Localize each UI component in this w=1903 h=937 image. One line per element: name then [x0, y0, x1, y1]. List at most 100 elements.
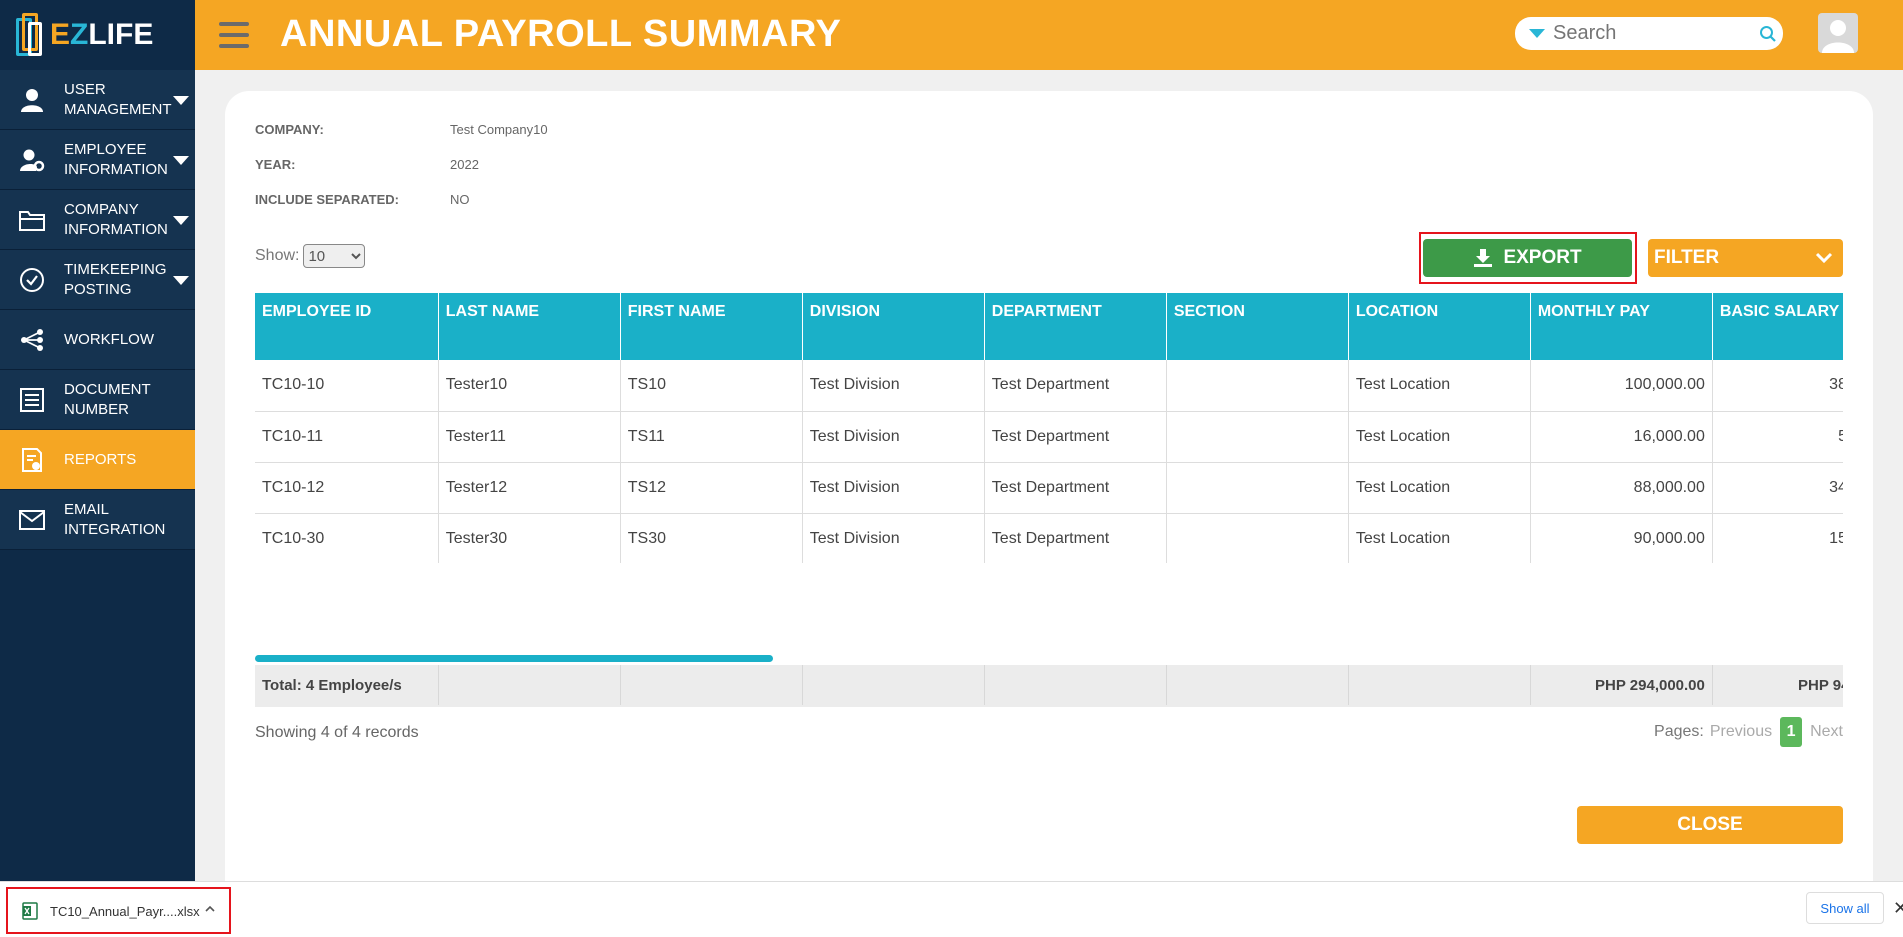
sidebar-item-label: USER MANAGEMENT — [64, 80, 172, 118]
previous-page-link[interactable]: Previous — [1710, 723, 1772, 741]
table-cell: Test Department — [984, 360, 1167, 412]
table-cell: Test Division — [802, 462, 985, 514]
chevron-down-icon — [173, 276, 189, 285]
table-cell: Test Location — [1348, 513, 1531, 563]
user-icon — [18, 86, 46, 114]
workflow-icon — [18, 326, 46, 354]
column-header[interactable]: MONTHLY PAY — [1530, 293, 1713, 360]
sidebar-item-company-information[interactable]: COMPANY INFORMATION — [0, 190, 195, 250]
table-cell: Test Department — [984, 513, 1167, 563]
page-size-select[interactable]: 10 — [303, 244, 366, 268]
mail-icon — [18, 506, 46, 534]
column-header[interactable]: LOCATION — [1348, 293, 1531, 360]
table-row[interactable]: TC10-11 Tester11 TS11 Test Division Test… — [255, 411, 1843, 463]
next-page-link[interactable]: Next — [1810, 723, 1843, 741]
sidebar-item-label: WORKFLOW — [64, 330, 154, 348]
sidebar-item-label: TIMEKEEPING POSTING — [64, 260, 167, 298]
column-header[interactable]: DEPARTMENT — [984, 293, 1167, 360]
export-button[interactable]: EXPORT — [1423, 239, 1632, 277]
table-cell: Test Division — [802, 513, 985, 563]
search-icon[interactable] — [1759, 25, 1777, 43]
table-cell: TC10-10 — [255, 360, 439, 412]
records-summary: Showing 4 of 4 records — [255, 724, 419, 741]
table-header-row: EMPLOYEE ID LAST NAME FIRST NAME DIVISIO… — [255, 293, 1843, 360]
employee-gear-icon — [18, 146, 46, 174]
total-label: Total: 4 Employee/s — [255, 665, 439, 705]
sidebar-item-email-integration[interactable]: EMAIL INTEGRATION — [0, 490, 195, 550]
table-cell: 340,700 — [1712, 462, 1843, 514]
column-header[interactable]: LAST NAME — [438, 293, 621, 360]
column-header[interactable]: SECTION — [1166, 293, 1349, 360]
payroll-table: EMPLOYEE ID LAST NAME FIRST NAME DIVISIO… — [255, 293, 1843, 563]
filter-button[interactable]: FILTER — [1648, 239, 1843, 277]
table-cell: Test Department — [984, 411, 1167, 463]
filter-label: FILTER — [1654, 247, 1720, 268]
column-header[interactable]: DIVISION — [802, 293, 985, 360]
separated-label: INCLUDE SEPARATED: — [255, 192, 399, 207]
avatar[interactable] — [1818, 13, 1858, 53]
sidebar-item-user-management[interactable]: USER MANAGEMENT — [0, 70, 195, 130]
total-monthly-pay: PHP 294,000.00 — [1530, 665, 1713, 705]
search-dropdown-icon[interactable] — [1529, 29, 1545, 38]
sidebar-item-label: EMPLOYEE INFORMATION — [64, 140, 168, 178]
chevron-down-icon — [173, 216, 189, 225]
table-cell: TS11 — [620, 411, 803, 463]
table-row[interactable]: TC10-10 Tester10 TS10 Test Division Test… — [255, 360, 1843, 412]
table-cell — [1166, 462, 1349, 514]
pages-label: Pages: — [1654, 723, 1704, 740]
table-cell: Tester10 — [438, 360, 621, 412]
logo-text: EZLIFE — [50, 18, 154, 51]
menu-icon[interactable] — [219, 22, 249, 48]
table-cell: Tester11 — [438, 411, 621, 463]
close-icon[interactable]: ✕ — [1893, 898, 1903, 919]
chevron-down-icon — [173, 96, 189, 105]
show-label: Show: — [255, 247, 300, 264]
sidebar-item-label: EMAIL INTEGRATION — [64, 500, 166, 538]
sidebar: EZLIFE USER MANAGEMENT EMPLOYEE INFORMAT… — [0, 0, 195, 881]
table-cell: 158,594 — [1712, 513, 1843, 563]
chevron-down-icon — [1815, 252, 1833, 264]
sidebar-item-label: REPORTS — [64, 450, 137, 468]
table-cell: 59,440 — [1712, 411, 1843, 463]
chevron-down-icon — [173, 156, 189, 165]
year-value: 2022 — [450, 157, 479, 172]
table-cell: 88,000.00 — [1530, 462, 1713, 514]
table-cell: TS10 — [620, 360, 803, 412]
table-cell: TS30 — [620, 513, 803, 563]
table-cell: Test Location — [1348, 462, 1531, 514]
close-button[interactable]: CLOSE — [1577, 806, 1843, 844]
sidebar-item-reports[interactable]: REPORTS — [0, 430, 195, 490]
sidebar-item-workflow[interactable]: WORKFLOW — [0, 310, 195, 370]
show-all-button[interactable]: Show all — [1806, 892, 1884, 924]
download-item[interactable]: TC10_Annual_Payr....xlsx — [16, 894, 224, 928]
table-cell — [1166, 411, 1349, 463]
column-header[interactable]: BASIC SALARY — [1712, 293, 1843, 360]
company-value: Test Company10 — [450, 122, 548, 137]
column-header[interactable]: EMPLOYEE ID — [255, 293, 439, 360]
table-cell: Test Division — [802, 411, 985, 463]
column-header[interactable]: FIRST NAME — [620, 293, 803, 360]
horizontal-scrollbar[interactable] — [255, 655, 773, 662]
pagination: Pages: Previous 1 Next — [1654, 717, 1843, 747]
search-box — [1515, 17, 1783, 50]
check-circle-icon — [18, 266, 46, 294]
chevron-up-icon[interactable] — [204, 904, 216, 914]
search-input[interactable] — [1553, 22, 1753, 45]
sidebar-item-label: DOCUMENT NUMBER — [64, 380, 151, 418]
page-size-control: Show: 10 — [255, 244, 366, 268]
sidebar-item-document-number[interactable]: DOCUMENT NUMBER — [0, 370, 195, 430]
table-total-row: Total: 4 Employee/s PHP 294,000.00 PHP 9… — [255, 665, 1843, 707]
total-basic-salary: PHP 947,434 — [1712, 665, 1843, 705]
table-row[interactable]: TC10-12 Tester12 TS12 Test Division Test… — [255, 462, 1843, 514]
table-cell: Test Department — [984, 462, 1167, 514]
company-label: COMPANY: — [255, 122, 324, 137]
table-cell: Test Location — [1348, 360, 1531, 412]
list-icon — [18, 386, 46, 414]
page-1-button[interactable]: 1 — [1780, 717, 1803, 747]
table-row[interactable]: TC10-30 Tester30 TS30 Test Division Test… — [255, 513, 1843, 563]
table-cell: 90,000.00 — [1530, 513, 1713, 563]
table-cell: TC10-30 — [255, 513, 439, 563]
sidebar-item-timekeeping-posting[interactable]: TIMEKEEPING POSTING — [0, 250, 195, 310]
app-logo[interactable]: EZLIFE — [0, 0, 195, 70]
sidebar-item-employee-information[interactable]: EMPLOYEE INFORMATION — [0, 130, 195, 190]
